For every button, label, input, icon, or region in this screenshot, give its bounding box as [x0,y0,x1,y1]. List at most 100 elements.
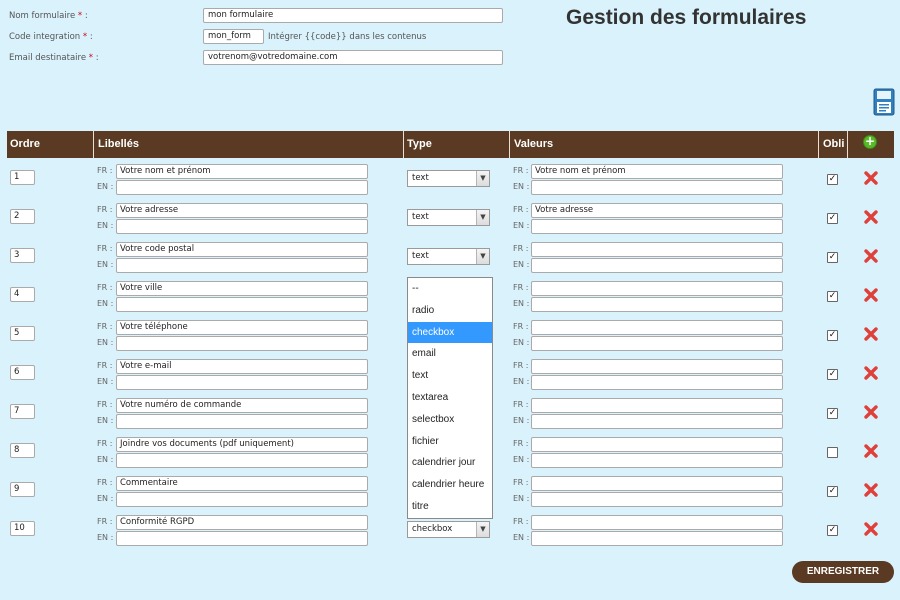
dropdown-option[interactable]: selectbox [408,409,492,431]
libelle-en-input[interactable] [116,414,368,429]
libelle-en-input[interactable] [116,180,368,195]
libelle-fr-input[interactable]: Votre numéro de commande [116,398,368,413]
dropdown-option[interactable]: text [408,365,492,387]
dropdown-option[interactable]: -- [408,278,492,300]
ordre-input[interactable]: 4 [10,287,35,302]
delete-icon[interactable] [864,483,878,497]
code-integration-input[interactable]: mon_form [203,29,264,44]
libelle-en-input[interactable] [116,531,368,546]
dropdown-option[interactable]: checkbox [408,321,492,344]
lang-label-en: EN : [97,299,114,308]
ordre-input[interactable]: 8 [10,443,35,458]
libelle-fr-input[interactable]: Votre nom et prénom [116,164,368,179]
delete-icon[interactable] [864,327,878,341]
ordre-input[interactable]: 7 [10,404,35,419]
page-title: Gestion des formulaires [566,6,807,29]
libelle-en-input[interactable] [116,336,368,351]
required-checkbox[interactable]: ✓ [827,252,838,263]
required-checkbox[interactable]: ✓ [827,408,838,419]
ordre-input[interactable]: 1 [10,170,35,185]
delete-icon[interactable] [864,366,878,380]
dropdown-option[interactable]: textarea [408,387,492,409]
valeur-en-input[interactable] [531,219,783,234]
libelle-fr-input[interactable]: Votre e-mail [116,359,368,374]
libelle-fr-input[interactable]: Votre code postal [116,242,368,257]
save-button[interactable]: ENREGISTRER [792,561,894,583]
dropdown-option[interactable]: calendrier heure [408,474,492,496]
valeur-fr-input[interactable] [531,476,783,491]
ordre-input[interactable]: 2 [10,209,35,224]
valeur-en-input[interactable] [531,492,783,507]
type-select[interactable]: checkbox ▼ [407,521,490,538]
dropdown-option[interactable]: titre [408,496,492,518]
delete-icon[interactable] [864,171,878,185]
valeur-fr-input[interactable] [531,242,783,257]
valeur-en-input[interactable] [531,297,783,312]
lang-label-fr: FR : [513,361,529,370]
delete-icon[interactable] [864,444,878,458]
valeur-fr-input[interactable] [531,359,783,374]
add-icon[interactable]: + [863,135,877,149]
email-recipient-label: Email destinataire * : [9,53,99,63]
valeur-fr-input[interactable]: Votre adresse [531,203,783,218]
valeur-en-input[interactable] [531,414,783,429]
libelle-en-input[interactable] [116,453,368,468]
lang-label-en: EN : [97,377,114,386]
valeur-en-input[interactable] [531,375,783,390]
type-dropdown-list[interactable]: -- radio checkbox email text textarea selectbo… [407,277,493,519]
ordre-input[interactable]: 6 [10,365,35,380]
libelle-fr-input[interactable]: Commentaire [116,476,368,491]
type-select[interactable]: text ▼ [407,248,490,265]
valeur-fr-input[interactable] [531,281,783,296]
ordre-input[interactable]: 3 [10,248,35,263]
libelle-en-input[interactable] [116,258,368,273]
ordre-input[interactable]: 10 [10,521,35,536]
valeur-en-input[interactable] [531,180,783,195]
lang-label-en: EN : [513,494,530,503]
delete-icon[interactable] [864,405,878,419]
valeur-en-input[interactable] [531,258,783,273]
lang-label-fr: FR : [97,400,113,409]
libelle-en-input[interactable] [116,297,368,312]
valeur-fr-input[interactable]: Votre nom et prénom [531,164,783,179]
required-checkbox[interactable]: ✓ [827,369,838,380]
valeur-en-input[interactable] [531,336,783,351]
save-icon[interactable] [873,88,895,116]
valeur-en-input[interactable] [531,453,783,468]
libelle-fr-input[interactable]: Votre ville [116,281,368,296]
libelle-en-input[interactable] [116,375,368,390]
required-checkbox[interactable] [827,447,838,458]
libelle-en-input[interactable] [116,219,368,234]
required-checkbox[interactable]: ✓ [827,291,838,302]
libelle-fr-input[interactable]: Conformité RGPD [116,515,368,530]
dropdown-option[interactable]: fichier [408,431,492,453]
valeur-en-input[interactable] [531,531,783,546]
delete-icon[interactable] [864,249,878,263]
libelle-en-input[interactable] [116,492,368,507]
valeur-fr-input[interactable] [531,398,783,413]
valeur-fr-input[interactable] [531,515,783,530]
type-select[interactable]: text ▼ [407,170,490,187]
required-checkbox[interactable]: ✓ [827,330,838,341]
delete-icon[interactable] [864,288,878,302]
required-checkbox[interactable]: ✓ [827,486,838,497]
delete-icon[interactable] [864,522,878,536]
libelle-fr-input[interactable]: Votre adresse [116,203,368,218]
libelle-fr-input[interactable]: Joindre vos documents (pdf uniquement) [116,437,368,452]
valeur-fr-input[interactable] [531,437,783,452]
required-checkbox[interactable]: ✓ [827,525,838,536]
required-checkbox[interactable]: ✓ [827,174,838,185]
delete-icon[interactable] [864,210,878,224]
email-recipient-input[interactable]: votrenom@votredomaine.com [203,50,503,65]
dropdown-option[interactable]: radio [408,300,492,322]
valeur-fr-input[interactable] [531,320,783,335]
ordre-input[interactable]: 9 [10,482,35,497]
dropdown-option[interactable]: calendrier jour [408,452,492,474]
ordre-input[interactable]: 5 [10,326,35,341]
dropdown-option[interactable]: email [408,343,492,365]
required-checkbox[interactable]: ✓ [827,213,838,224]
form-name-input[interactable]: mon formulaire [203,8,503,23]
lang-label-fr: FR : [97,361,113,370]
libelle-fr-input[interactable]: Votre téléphone [116,320,368,335]
type-select[interactable]: text ▼ [407,209,490,226]
